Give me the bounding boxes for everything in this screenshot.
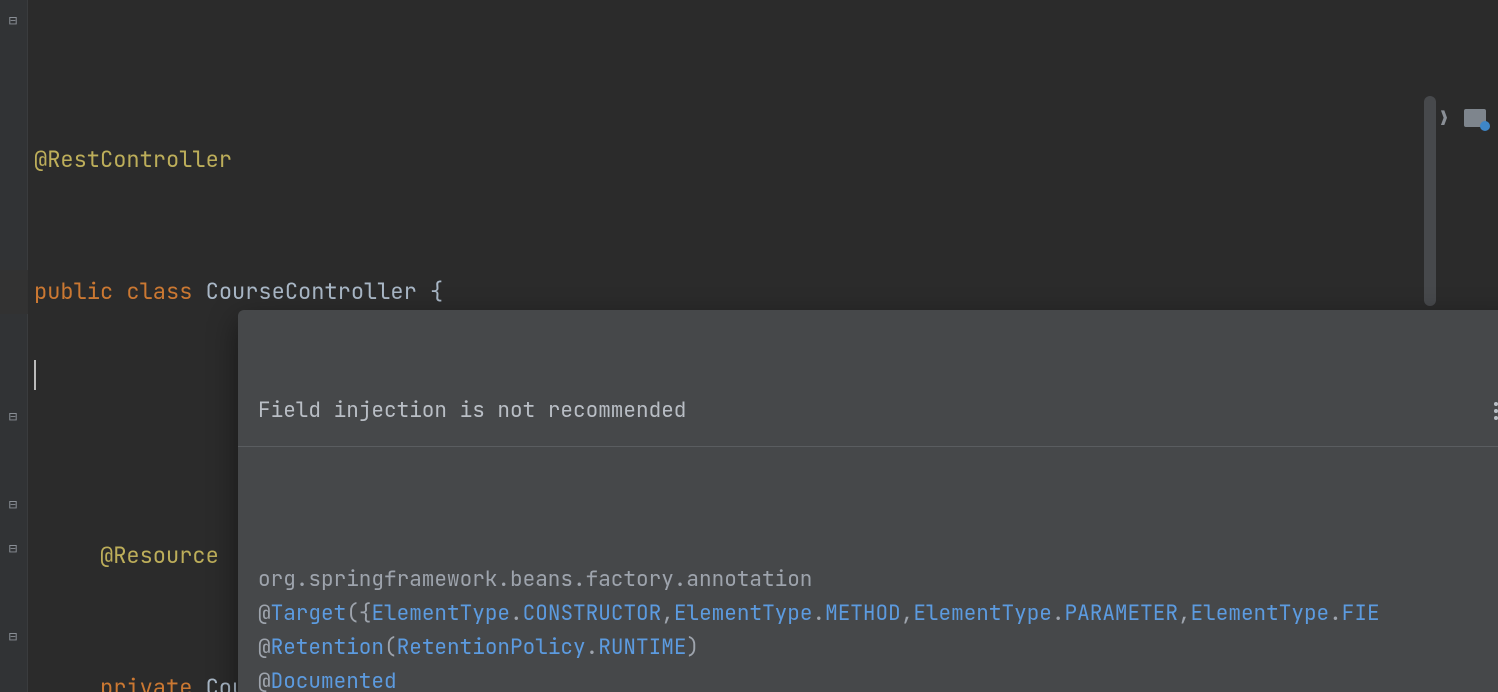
fold-toggle-icon[interactable]: ⊟ <box>6 630 20 644</box>
code-line: public class CourseController { <box>34 270 1498 314</box>
doc-link[interactable]: Documented <box>271 668 397 692</box>
fold-toggle-icon[interactable]: ⊟ <box>6 410 20 424</box>
at-sign: @ <box>258 600 271 627</box>
at-sign: @ <box>258 634 271 661</box>
doc-link[interactable]: PARAMETER <box>1065 600 1178 627</box>
brace: { <box>359 600 372 627</box>
doc-link[interactable]: FIE <box>1342 600 1380 627</box>
dot: . <box>586 634 599 661</box>
paren: ( <box>384 634 397 661</box>
caret <box>34 360 36 390</box>
inspection-message: Field injection is not recommended <box>258 394 699 428</box>
gutter: ⊟ ⊟ ⊟ ⊟ ⊟ <box>0 0 28 692</box>
doc-link[interactable]: ElementType <box>913 600 1052 627</box>
gutter-highlight <box>0 270 28 314</box>
fold-toggle-icon[interactable]: ⊟ <box>6 542 20 556</box>
doc-link[interactable]: METHOD <box>825 600 901 627</box>
editor-right-controls: ❯ <box>1438 96 1486 140</box>
class-name: CourseController <box>206 277 417 306</box>
folder-settings-icon[interactable] <box>1464 109 1486 127</box>
doc-link[interactable]: RUNTIME <box>598 634 686 661</box>
fold-toggle-icon[interactable]: ⊟ <box>6 14 20 28</box>
keyword: public <box>34 277 113 306</box>
dot: . <box>812 600 825 627</box>
inspection-header: Field injection is not recommended <box>238 378 1498 447</box>
code-area[interactable]: @RestController public class CourseContr… <box>28 0 1498 692</box>
doc-link[interactable]: Retention <box>271 634 384 661</box>
doc-link[interactable]: Target <box>271 600 347 627</box>
vertical-scrollbar[interactable] <box>1424 96 1436 306</box>
annotation: @Resource <box>100 541 219 570</box>
doc-link[interactable]: CONSTRUCTOR <box>523 600 662 627</box>
more-options-icon[interactable] <box>1488 402 1498 420</box>
doc-link[interactable]: ElementType <box>674 600 813 627</box>
dot: . <box>1052 600 1065 627</box>
brace: { <box>417 277 443 306</box>
editor-root: ⊟ ⊟ ⊟ ⊟ ⊟ @RestController public class C… <box>0 0 1498 692</box>
fold-toggle-icon[interactable]: ⊟ <box>6 498 20 512</box>
doc-link[interactable]: RetentionPolicy <box>397 634 586 661</box>
annotation: @RestController <box>34 145 232 174</box>
dot: . <box>510 600 523 627</box>
at-sign: @ <box>258 668 271 692</box>
doc-link[interactable]: ElementType <box>1191 600 1330 627</box>
code-line: @RestController <box>34 138 1498 182</box>
doc-link[interactable]: ElementType <box>371 600 510 627</box>
paren: ( <box>346 600 359 627</box>
documentation-body[interactable]: org.springframework.beans.factory.annota… <box>238 515 1498 692</box>
documentation-popup: Field injection is not recommended org.s… <box>238 310 1498 692</box>
comma: , <box>661 600 674 627</box>
chevron-right-icon[interactable]: ❯ <box>1438 96 1450 140</box>
dot: . <box>1329 600 1342 627</box>
doc-package: org.springframework.beans.factory.annota… <box>258 566 812 593</box>
comma: , <box>901 600 914 627</box>
comma: , <box>1178 600 1191 627</box>
paren: ) <box>686 634 699 661</box>
keyword: private <box>100 673 192 692</box>
keyword: class <box>126 277 192 306</box>
